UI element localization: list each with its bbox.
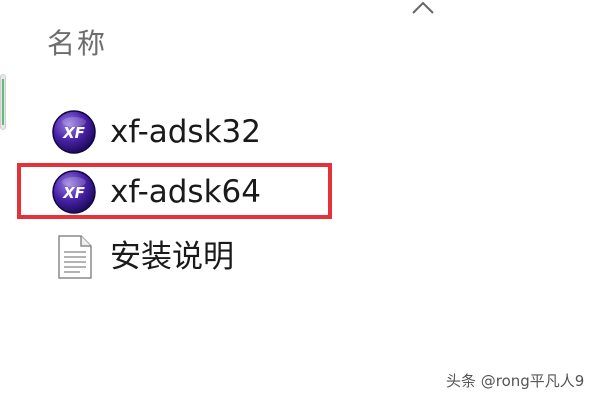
file-explorer-view: 名称 XF xf-adsk32 XF xf-adsk64 安装说明 头条 @ro…	[0, 0, 600, 400]
file-item-install-instructions[interactable]: 安装说明	[50, 233, 234, 281]
file-name-label: xf-adsk32	[110, 114, 261, 150]
text-document-icon	[58, 235, 92, 279]
scrollbar-thumb[interactable]	[0, 74, 6, 130]
watermark-text: 头条 @rong平凡人9	[446, 372, 585, 390]
file-name-label: 安装说明	[110, 239, 234, 275]
highlight-box	[17, 163, 332, 219]
chevron-up-icon[interactable]	[408, 0, 438, 18]
xf-keygen-app-icon: XF	[52, 110, 96, 154]
name-column-header[interactable]: 名称	[47, 22, 107, 62]
svg-text:XF: XF	[62, 124, 86, 142]
file-item-xf-adsk32[interactable]: XF xf-adsk32	[50, 108, 261, 156]
